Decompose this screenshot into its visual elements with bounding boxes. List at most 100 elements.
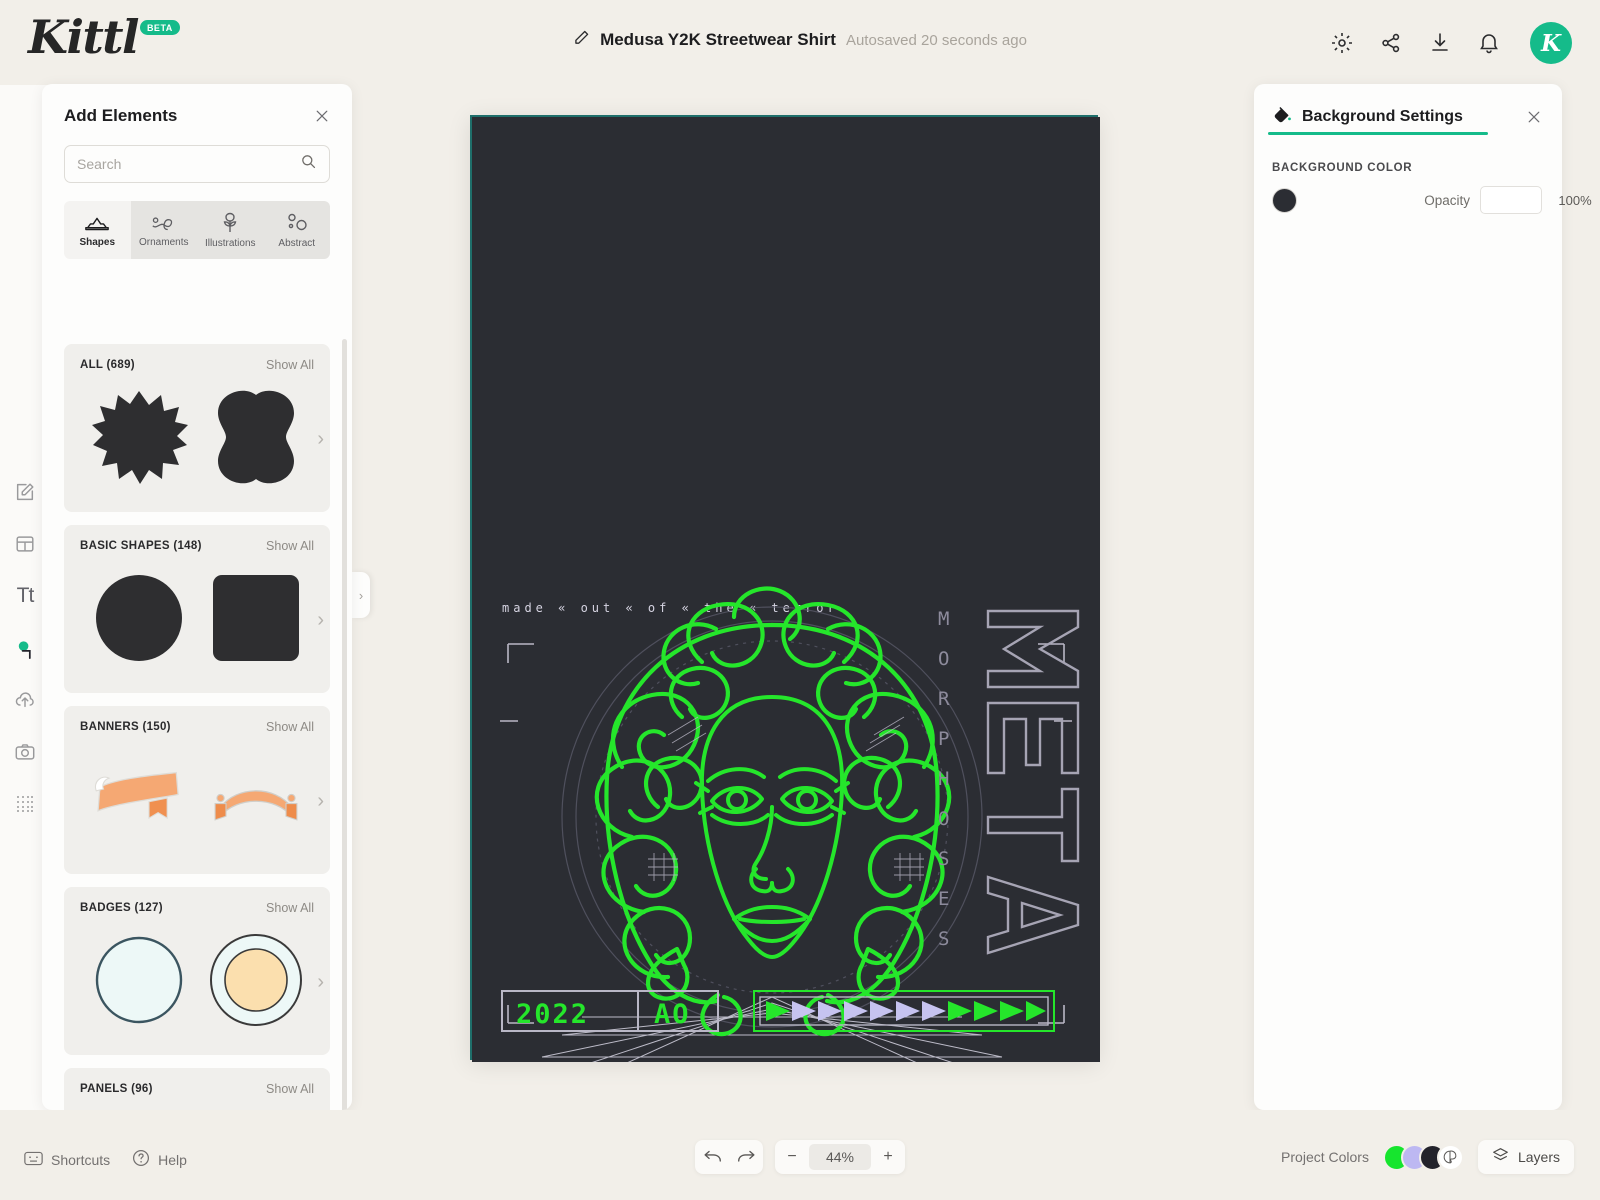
artboard[interactable]: made « out « of « the « terror M O R P H… [470,115,1100,1118]
add-elements-panel: Add Elements Shapes Ornaments Illustrati… [42,84,352,1110]
show-all-link[interactable]: Show All [266,720,314,734]
opacity-label: Opacity [1424,192,1470,208]
brand-logo[interactable]: Kittl BETA [28,14,180,60]
sidebar-item-photos[interactable] [8,735,42,769]
tab-illustrations[interactable]: Illustrations [197,201,264,259]
category-items [80,378,314,496]
tab-ornaments-label: Ornaments [139,236,189,248]
category-next-arrow[interactable]: › [317,428,324,451]
svg-text:S: S [938,848,949,870]
category-header: BASIC SHAPES (148) Show All [80,539,314,553]
shortcuts-label: Shortcuts [51,1151,111,1168]
tab-shapes-label: Shapes [79,236,116,248]
close-icon[interactable] [1526,109,1542,125]
avatar[interactable]: K [1530,22,1572,64]
undo-icon[interactable] [695,1140,729,1174]
artwork-vertical-small: M O R P H O S E S [938,608,950,950]
tab-abstract[interactable]: Abstract [263,201,330,259]
sidebar-item-text[interactable]: Tt [8,579,42,613]
sidebar-item-design[interactable] [8,475,42,509]
search-box[interactable] [64,145,330,183]
zoom-in-button[interactable]: + [871,1140,905,1174]
banner-thumb-ribbon-diagonal[interactable] [89,749,189,849]
zoom-level[interactable]: 44% [809,1144,871,1170]
banner-thumb-ribbon-arch[interactable] [206,749,306,849]
shape-thumb-quatrefoil[interactable] [206,387,306,487]
sidebar-item-patterns[interactable] [8,787,42,821]
palette-icon[interactable] [1436,1143,1464,1171]
history-controls [695,1140,763,1174]
category-next-arrow[interactable]: › [317,609,324,632]
sidebar-item-uploads[interactable] [8,683,42,717]
download-icon[interactable] [1428,31,1452,55]
show-all-link[interactable]: Show All [266,901,314,915]
badge-thumb-circle-double[interactable] [206,930,306,1030]
settings-icon[interactable] [1330,31,1354,55]
shortcuts-button[interactable]: Shortcuts [24,1151,110,1169]
category-items [80,1102,314,1110]
zoom-pill: − 44% + [775,1140,905,1174]
shape-thumb-rounded-square[interactable] [206,568,306,668]
badge-code-text: AO [654,999,691,1030]
brand-name: Kittl [28,10,139,64]
search-input[interactable] [77,156,300,172]
category-header: PANELS (96) Show All [80,1082,314,1096]
close-icon[interactable] [314,108,330,124]
category-panels: PANELS (96) Show All › [64,1068,330,1110]
svg-text:S: S [938,928,949,950]
tab-shapes[interactable]: Shapes [64,201,131,259]
shape-thumb-circle[interactable] [89,568,189,668]
category-title: ALL (689) [80,359,135,371]
svg-text:H: H [938,768,949,790]
zoom-controls: − 44% + [695,1140,905,1174]
opacity-input[interactable] [1487,192,1600,208]
layers-button[interactable]: Layers [1477,1140,1574,1174]
category-title: BANNERS (150) [80,721,171,733]
opacity-field[interactable] [1480,186,1600,214]
background-settings-panel: Background Settings BACKGROUND COLOR Opa… [1254,84,1600,1110]
category-title: BADGES (127) [80,902,163,914]
right-panel-header: Background Settings [1254,84,1562,130]
shape-thumb-starburst[interactable] [89,387,189,487]
top-actions: K [1330,22,1572,64]
category-header: BANNERS (150) Show All [80,720,314,734]
notifications-icon[interactable] [1477,31,1501,55]
tab-illustrations-label: Illustrations [204,237,256,249]
right-panel-active-underline [1268,132,1488,135]
category-badges: BADGES (127) Show All › [64,887,330,1055]
category-header: ALL (689) Show All [80,358,314,372]
sidebar-item-elements[interactable] [8,631,42,665]
panel-collapse-handle[interactable]: › [352,572,370,618]
right-panel-title-group: Background Settings [1272,104,1463,130]
keyboard-icon [24,1151,43,1169]
badge-year-text: 2022 [516,999,589,1030]
show-all-link[interactable]: Show All [266,539,314,553]
badge-thumb-circle-plain[interactable] [89,930,189,1030]
category-title: PANELS (96) [80,1083,153,1095]
panel-scrollbar[interactable] [342,339,347,1110]
paint-bucket-icon [1272,104,1293,130]
canvas-area[interactable]: made « out « of « the « terror M O R P H… [360,85,1300,1118]
background-color-label: BACKGROUND COLOR [1272,162,1413,174]
category-next-arrow[interactable]: › [317,790,324,813]
sidebar-item-templates[interactable] [8,527,42,561]
category-items [80,559,314,677]
show-all-link[interactable]: Show All [266,1082,314,1096]
page-title: Medusa Y2K Streetwear Shirt [600,30,836,49]
zoom-out-button[interactable]: − [775,1140,809,1174]
share-icon[interactable] [1379,31,1403,55]
help-button[interactable]: Help [132,1149,187,1170]
svg-text:M: M [938,608,949,630]
show-all-link[interactable]: Show All [266,358,314,372]
search-icon[interactable] [300,153,317,175]
artwork[interactable]: made « out « of « the « terror M O R P H… [472,117,1100,1118]
document-title-group[interactable]: Medusa Y2K Streetwear Shirt Autosaved 20… [573,29,1027,51]
background-color-row: Opacity [1272,186,1600,214]
redo-icon[interactable] [729,1140,763,1174]
background-color-swatch[interactable] [1272,187,1297,213]
element-type-tabs: Shapes Ornaments Illustrations Abstract [64,201,330,259]
tab-ornaments[interactable]: Ornaments [130,201,197,259]
category-banners: BANNERS (150) Show All › [64,706,330,874]
category-next-arrow[interactable]: › [317,971,324,994]
bottom-right-group: Project Colors Layers [1281,1140,1574,1174]
